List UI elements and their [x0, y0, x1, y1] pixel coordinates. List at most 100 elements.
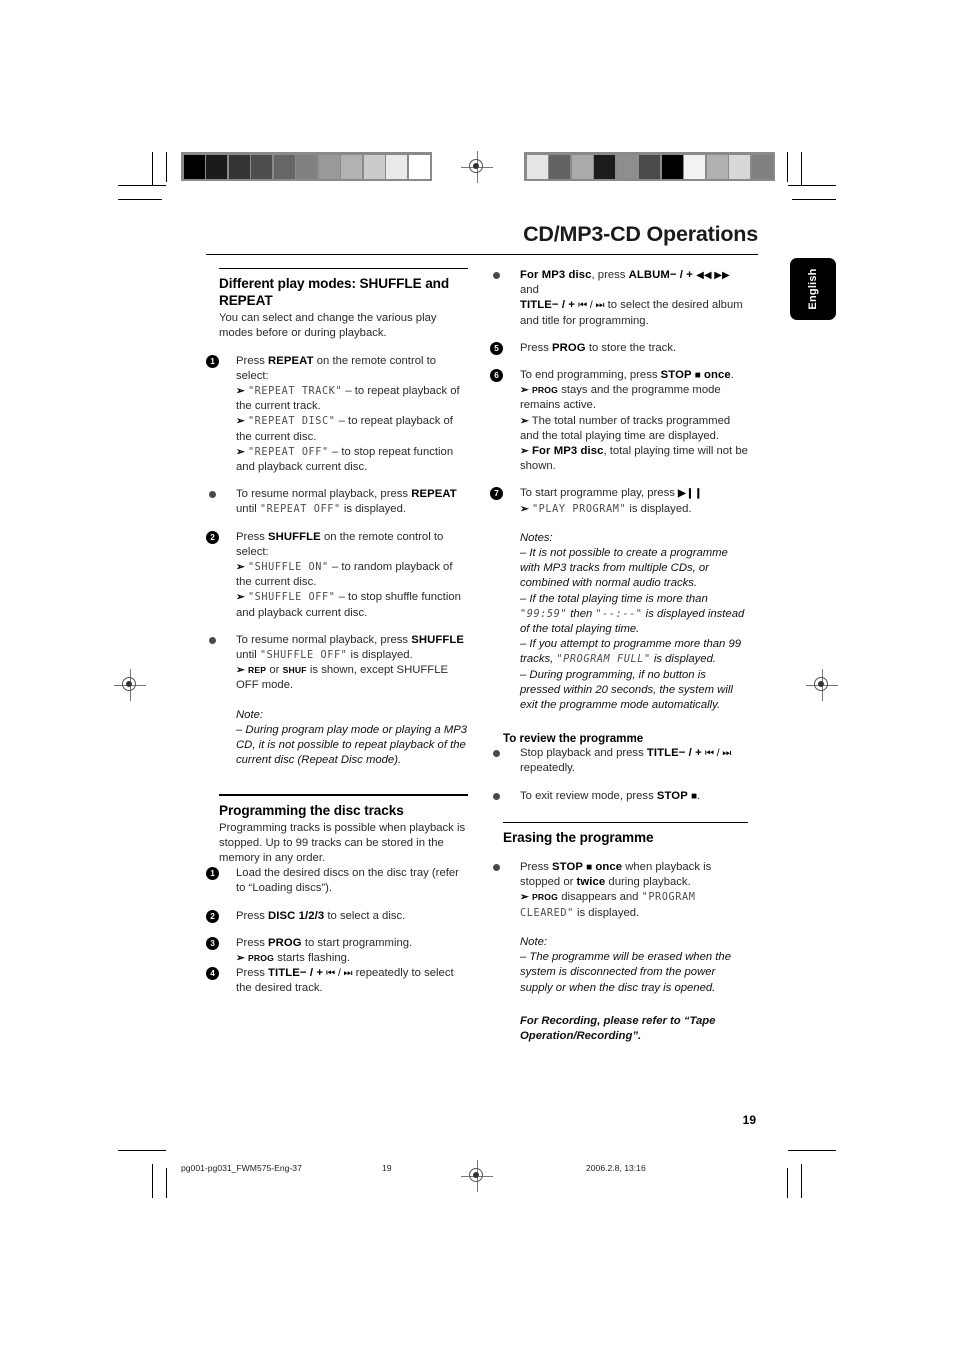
start-play-pre: To start programme play, press [520, 487, 679, 500]
gray-swatch-9 [729, 154, 750, 179]
prev-next-track-icon: ⏮ / ⏭ [326, 968, 353, 980]
heading-play-modes: Different play modes: SHUFFLE and REPEAT [219, 276, 450, 309]
end-prog-pre: To end programming, press [520, 369, 661, 382]
stop-square-icon: ■ [694, 370, 701, 382]
crop-mark-tr-v2 [786, 152, 788, 182]
registration-mark-right [806, 669, 838, 701]
note-text: – The programme will be erased when the … [520, 951, 731, 994]
bullet-icon [209, 636, 216, 644]
grayscale-bar-left [181, 152, 432, 181]
lcd-repeat-off: "REPEAT OFF" [259, 504, 341, 516]
registration-mark-top [461, 151, 493, 183]
crop-mark-tr-h2 [792, 199, 836, 201]
crop-mark-bl-h1 [118, 1150, 166, 1152]
label-for-mp3-disc: For MP3 disc [520, 269, 592, 281]
indicator-prog: PROG [531, 892, 559, 903]
resume-shuffle-pre: To resume normal playback, press [236, 633, 412, 646]
bullet-icon [493, 272, 500, 279]
arrow-icon: ➢ [236, 445, 245, 458]
language-tab-label: English [807, 268, 819, 310]
mp3-mid2: and [520, 284, 539, 297]
step-select-disc: 2 Press DISC 1/2/3 to select a disc. [206, 909, 468, 924]
bullet-icon [493, 792, 500, 800]
select-disc-post: to select a disc. [324, 909, 406, 922]
note-3: – If you attempt to programme more than … [520, 637, 748, 667]
lcd-99-59: "99:59" [520, 608, 568, 620]
start-prog-pre: Press [236, 936, 269, 949]
lcd-shuffle-on: "SHUFFLE ON" [247, 562, 329, 574]
step-marker: 1 [206, 867, 219, 881]
lcd-dashes: "--:--" [595, 608, 643, 620]
note-text: – During program play mode or playing a … [236, 723, 468, 767]
arrow-icon: ➢ [236, 385, 245, 397]
recording-reference-note: For Recording, please refer to “Tape Ope… [520, 1014, 716, 1042]
resume-shuffle-post: is displayed. [347, 649, 413, 662]
note-1: – It is not possible to create a program… [520, 547, 728, 590]
indicator-prog: PROG [247, 953, 275, 964]
resume-shuffle-mid: until [236, 649, 260, 662]
note-2: – If the total playing time is more than… [520, 592, 748, 638]
heading-review-programme: To review the programme [503, 732, 644, 746]
note-label: Note: [236, 708, 264, 721]
key-title-symbol: − / + [299, 967, 324, 980]
store-track-post: to store the track. [585, 341, 677, 354]
arrow-icon: ➢ [520, 891, 529, 904]
gray-swatch-0 [183, 154, 205, 179]
mp3-mid1: , press [591, 269, 629, 281]
gray-swatch-8 [706, 154, 728, 179]
crop-mark-tl-h1 [118, 185, 166, 187]
arrow-icon: ➢ [236, 664, 245, 677]
section-divider-erasing [503, 821, 748, 824]
bullet-mp3-album-title: For MP3 disc, press ALBUM− / + ◀◀ ▶▶ and… [486, 268, 748, 329]
step-shuffle: 2 Press SHUFFLE on the remote control to… [206, 530, 468, 621]
key-album-symbol: − / + [669, 269, 693, 281]
step-marker: 1 [206, 354, 219, 368]
note-4: – During programming, if no button is pr… [520, 668, 733, 712]
arrow-icon: ➢ [520, 384, 529, 397]
resume-repeat-pre: To resume normal playback, press [236, 488, 412, 501]
indicator-rep: REP [247, 665, 267, 676]
start-play-a1: is displayed. [626, 502, 692, 515]
gray-swatch-2 [228, 154, 250, 179]
notes-label: Notes: [520, 531, 553, 544]
indicator-prog: PROG [531, 385, 559, 396]
key-title: TITLE [268, 967, 300, 980]
crop-mark-tr-v1 [800, 152, 802, 186]
notes-block-programming: Notes: – It is not possible to create a … [520, 531, 748, 713]
gray-swatch-7 [684, 154, 705, 179]
rewind-forward-icon: ◀◀ ▶▶ [696, 270, 730, 281]
exit-review-pre: To exit review mode, press [520, 789, 657, 802]
note-label: Note: [520, 935, 548, 948]
crop-mark-tl-v1 [152, 152, 154, 186]
lcd-repeat-off: "REPEAT OFF" [247, 446, 329, 458]
note-block-erasing: Note: – The programme will be erased whe… [520, 935, 748, 996]
resume-repeat-mid: until [236, 503, 260, 516]
load-discs-text: Load the desired discs on the disc tray … [236, 867, 459, 895]
gray-swatch-6 [661, 154, 683, 179]
footer-page: 19 [382, 1163, 392, 1173]
bullet-icon [493, 864, 500, 872]
end-prog-post: . [730, 369, 734, 382]
gray-swatch-5 [296, 154, 317, 179]
print-footer: pg001-pg031_FWM575-Eng-37 19 2006.2.8, 1… [0, 1163, 954, 1177]
gray-swatch-0 [526, 154, 548, 179]
key-stop: STOP [660, 369, 692, 382]
right-column: For MP3 disc, press ALBUM− / + ◀◀ ▶▶ and… [486, 268, 748, 1044]
step-text-pre: Press [236, 354, 269, 367]
erase-post: during playback. [605, 876, 691, 889]
key-title: TITLE [520, 299, 552, 312]
crop-mark-br-h1 [788, 1150, 836, 1152]
step-store-track: 5 Press PROG to store the track. [486, 341, 748, 356]
lcd-repeat-disc: "REPEAT DISC" [247, 416, 336, 428]
key-shuffle: SHUFFLE [268, 530, 321, 543]
arrow-icon: ➢ [236, 415, 245, 428]
store-track-pre: Press [520, 341, 553, 354]
step-load-discs: 1 Load the desired discs on the disc tra… [206, 866, 468, 896]
end-prog-a2: The total number of tracks programmed an… [520, 414, 731, 442]
heading-programming: Programming the disc tracks [219, 802, 404, 818]
key-stop: STOP [552, 861, 583, 874]
arrow-icon: ➢ [236, 591, 245, 604]
lcd-shuffle-off: "SHUFFLE OFF" [247, 592, 336, 604]
bullet-resume-repeat: To resume normal playback, press REPEAT … [206, 487, 468, 517]
step-repeat: 1 Press REPEAT on the remote control to … [206, 354, 468, 476]
